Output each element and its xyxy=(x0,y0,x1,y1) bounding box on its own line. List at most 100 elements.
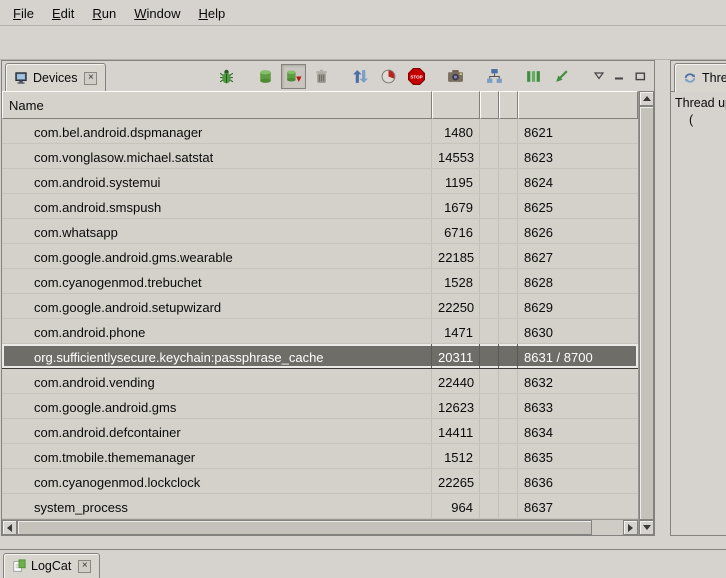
screen-capture-icon[interactable] xyxy=(443,64,468,89)
ddms-window: { "menu": { "items": [ { "label": "File"… xyxy=(0,0,726,577)
process-row[interactable]: com.whatsapp 6716 8626 xyxy=(2,219,638,244)
process-row[interactable]: com.vonglasow.michael.satstat 14553 8623 xyxy=(2,144,638,169)
threads-panel: Threads Thread up ( xyxy=(670,60,726,536)
process-row[interactable]: com.android.phone 1471 8630 xyxy=(2,319,638,344)
vertical-scrollbar[interactable] xyxy=(638,91,654,535)
process-name: com.vonglasow.michael.satstat xyxy=(2,144,432,168)
horizontal-scroll-thumb[interactable] xyxy=(17,520,592,535)
process-row[interactable]: com.cyanogenmod.lockclock 22265 8636 xyxy=(2,469,638,494)
method-profiling-icon[interactable] xyxy=(376,64,401,89)
process-row[interactable]: com.android.defcontainer 14411 8634 xyxy=(2,419,638,444)
close-icon[interactable]: × xyxy=(78,560,91,573)
process-pid: 12623 xyxy=(432,394,480,418)
debug-icon[interactable] xyxy=(214,64,239,89)
scroll-right-button[interactable] xyxy=(623,520,638,535)
process-col-empty-1 xyxy=(480,269,499,293)
process-port: 8636 xyxy=(518,469,638,493)
process-port: 8625 xyxy=(518,194,638,218)
close-icon[interactable]: × xyxy=(84,72,97,85)
update-heap-icon[interactable] xyxy=(253,64,278,89)
vertical-scroll-thumb[interactable] xyxy=(639,106,654,520)
process-port: 8624 xyxy=(518,169,638,193)
process-port: 8634 xyxy=(518,419,638,443)
process-name: com.google.android.gms xyxy=(2,394,432,418)
menu-file[interactable]: File xyxy=(4,2,43,24)
process-pid: 6716 xyxy=(432,219,480,243)
process-name: com.android.vending xyxy=(2,369,432,393)
process-name: com.android.systemui xyxy=(2,169,432,193)
process-col-empty-1 xyxy=(480,344,499,368)
process-name: system_process xyxy=(2,494,432,518)
hierarchy-view-icon[interactable] xyxy=(482,64,507,89)
column-header-pid[interactable] xyxy=(432,91,480,119)
process-col-empty-2 xyxy=(499,344,518,368)
process-port: 8629 xyxy=(518,294,638,318)
process-col-empty-1 xyxy=(480,244,499,268)
process-pid: 1679 xyxy=(432,194,480,218)
process-row[interactable]: org.sufficientlysecure.keychain:passphra… xyxy=(2,344,638,369)
menu-run[interactable]: Run xyxy=(83,2,125,24)
process-col-empty-1 xyxy=(480,394,499,418)
scroll-up-button[interactable] xyxy=(639,91,654,106)
process-row[interactable]: com.android.vending 22440 8632 xyxy=(2,369,638,394)
process-row[interactable]: com.bel.android.dspmanager 1480 8621 xyxy=(2,119,638,144)
process-name: com.tmobile.thememanager xyxy=(2,444,432,468)
threads-icon xyxy=(683,71,697,85)
process-col-empty-1 xyxy=(480,169,499,193)
scroll-left-button[interactable] xyxy=(2,520,17,535)
process-col-empty-2 xyxy=(499,244,518,268)
process-row[interactable]: com.android.systemui 1195 8624 xyxy=(2,169,638,194)
process-col-empty-2 xyxy=(499,194,518,218)
opengl-trace-icon[interactable] xyxy=(549,64,574,89)
process-port: 8630 xyxy=(518,319,638,343)
process-col-empty-2 xyxy=(499,219,518,243)
process-row[interactable]: system_process 964 8637 xyxy=(2,494,638,519)
column-header-port[interactable] xyxy=(518,91,638,119)
menubar: File Edit Run Window Help xyxy=(0,0,726,26)
process-row[interactable]: com.google.android.setupwizard 22250 862… xyxy=(2,294,638,319)
devices-toolbar: STOP xyxy=(214,63,584,89)
device-table-header: Name xyxy=(2,91,638,119)
process-pid: 22440 xyxy=(432,369,480,393)
column-header-empty-1[interactable] xyxy=(480,91,499,119)
tab-threads-label: Threads xyxy=(702,71,726,85)
process-pid: 1480 xyxy=(432,119,480,143)
menu-window[interactable]: Window xyxy=(125,2,189,24)
maximize-icon[interactable] xyxy=(633,69,648,84)
menu-edit[interactable]: Edit xyxy=(43,2,83,24)
scroll-down-button[interactable] xyxy=(639,520,654,535)
process-name: com.whatsapp xyxy=(2,219,432,243)
process-name: com.google.android.setupwizard xyxy=(2,294,432,318)
process-row[interactable]: com.google.android.gms.wearable 22185 86… xyxy=(2,244,638,269)
process-row[interactable]: com.google.android.gms 12623 8633 xyxy=(2,394,638,419)
column-header-empty-2[interactable] xyxy=(499,91,518,119)
process-pid: 20311 xyxy=(432,344,480,368)
gc-icon[interactable] xyxy=(309,64,334,89)
menu-help[interactable]: Help xyxy=(189,2,234,24)
column-header-name[interactable]: Name xyxy=(2,91,432,119)
svg-text:STOP: STOP xyxy=(410,74,422,79)
systrace-icon[interactable] xyxy=(521,64,546,89)
devices-panel: Devices × xyxy=(1,60,655,536)
process-row[interactable]: com.tmobile.thememanager 1512 8635 xyxy=(2,444,638,469)
process-pid: 1512 xyxy=(432,444,480,468)
tab-logcat[interactable]: LogCat × xyxy=(3,553,100,578)
devices-window-buttons xyxy=(591,66,648,86)
process-pid: 22185 xyxy=(432,244,480,268)
threads-tab-bar: Threads xyxy=(671,61,726,92)
stop-process-icon[interactable]: STOP xyxy=(404,64,429,89)
logcat-icon xyxy=(12,559,26,573)
view-menu-icon[interactable] xyxy=(591,69,606,84)
process-col-empty-1 xyxy=(480,144,499,168)
process-col-empty-1 xyxy=(480,319,499,343)
process-row[interactable]: com.cyanogenmod.trebuchet 1528 8628 xyxy=(2,269,638,294)
horizontal-scrollbar[interactable] xyxy=(2,519,638,535)
process-name: com.google.android.gms.wearable xyxy=(2,244,432,268)
main-toolbar xyxy=(0,26,726,60)
process-row[interactable]: com.android.smspush 1679 8625 xyxy=(2,194,638,219)
minimize-icon[interactable] xyxy=(612,69,627,84)
tab-devices[interactable]: Devices × xyxy=(5,63,106,92)
update-threads-icon[interactable] xyxy=(348,64,373,89)
tab-threads[interactable]: Threads xyxy=(674,63,726,92)
dump-hprof-icon[interactable] xyxy=(281,64,306,89)
